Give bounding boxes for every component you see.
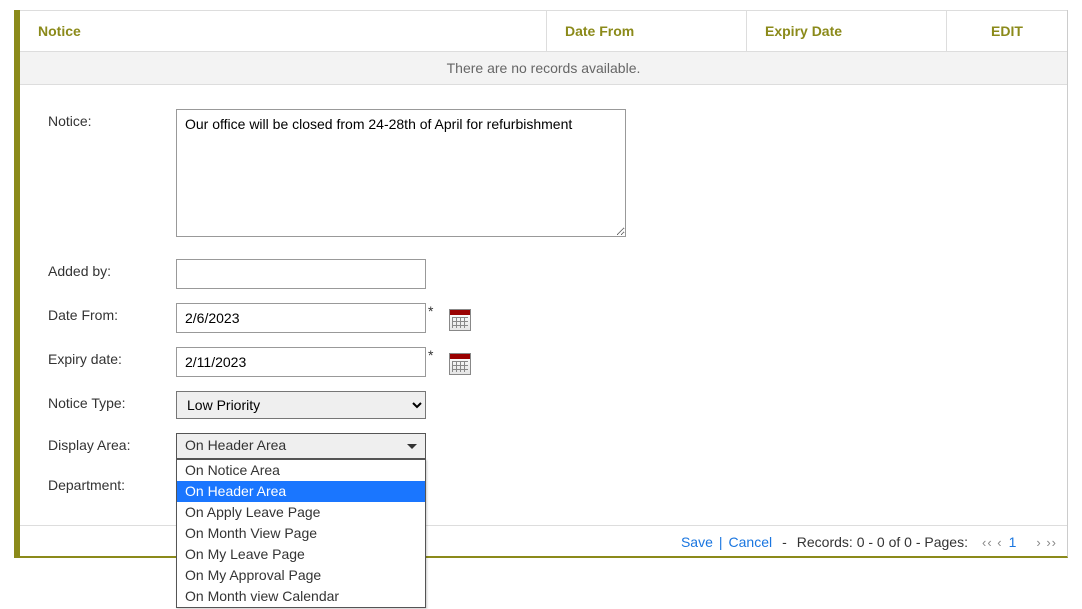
calendar-icon[interactable] <box>449 309 471 331</box>
form-area: Notice: Our office will be closed from 2… <box>20 85 1067 525</box>
displayarea-option[interactable]: On Month View Page <box>177 523 425 544</box>
page-number[interactable]: 1 <box>1009 534 1017 550</box>
displayarea-option[interactable]: On Apply Leave Page <box>177 502 425 523</box>
col-header-notice[interactable]: Notice <box>20 11 547 51</box>
calendar-icon[interactable] <box>449 353 471 375</box>
displayarea-option[interactable]: On My Leave Page <box>177 544 425 565</box>
displayarea-option[interactable]: On Header Area <box>177 481 425 502</box>
label-noticetype: Notice Type: <box>48 391 176 411</box>
required-mark: * <box>428 347 433 363</box>
save-link[interactable]: Save <box>681 534 713 550</box>
displayarea-dropdown: On Notice Area On Header Area On Apply L… <box>176 459 426 608</box>
label-addedby: Added by: <box>48 259 176 279</box>
pager-next-last[interactable]: › ›› <box>1036 535 1057 550</box>
footer-dash: - <box>782 534 787 550</box>
addedby-input[interactable] <box>176 259 426 289</box>
col-header-edit: EDIT <box>947 11 1067 51</box>
label-department: Department: <box>48 473 176 493</box>
pager-first-prev[interactable]: ‹‹ ‹ <box>982 535 1003 550</box>
label-expirydate: Expiry date: <box>48 347 176 367</box>
label-displayarea: Display Area: <box>48 433 176 453</box>
col-header-datefrom[interactable]: Date From <box>547 11 747 51</box>
displayarea-option[interactable]: On My Approval Page <box>177 565 425 586</box>
noticetype-select[interactable]: Low Priority <box>176 391 426 419</box>
table-header: Notice Date From Expiry Date EDIT <box>20 10 1067 52</box>
notice-panel: Notice Date From Expiry Date EDIT There … <box>14 10 1068 558</box>
displayarea-option[interactable]: On Notice Area <box>177 460 425 481</box>
expirydate-input[interactable] <box>176 347 426 377</box>
label-notice: Notice: <box>48 109 176 129</box>
notice-textarea[interactable]: Our office will be closed from 24-28th o… <box>176 109 626 237</box>
label-datefrom: Date From: <box>48 303 176 323</box>
datefrom-input[interactable] <box>176 303 426 333</box>
displayarea-select[interactable]: On Header Area <box>176 433 426 459</box>
no-records-message: There are no records available. <box>20 52 1067 85</box>
required-mark: * <box>428 303 433 319</box>
records-text: Records: 0 - 0 of 0 - Pages: <box>797 534 968 550</box>
col-header-expiry[interactable]: Expiry Date <box>747 11 947 51</box>
footer-separator: | <box>719 534 723 550</box>
cancel-link[interactable]: Cancel <box>729 534 773 550</box>
displayarea-option[interactable]: On Month view Calendar <box>177 586 425 607</box>
